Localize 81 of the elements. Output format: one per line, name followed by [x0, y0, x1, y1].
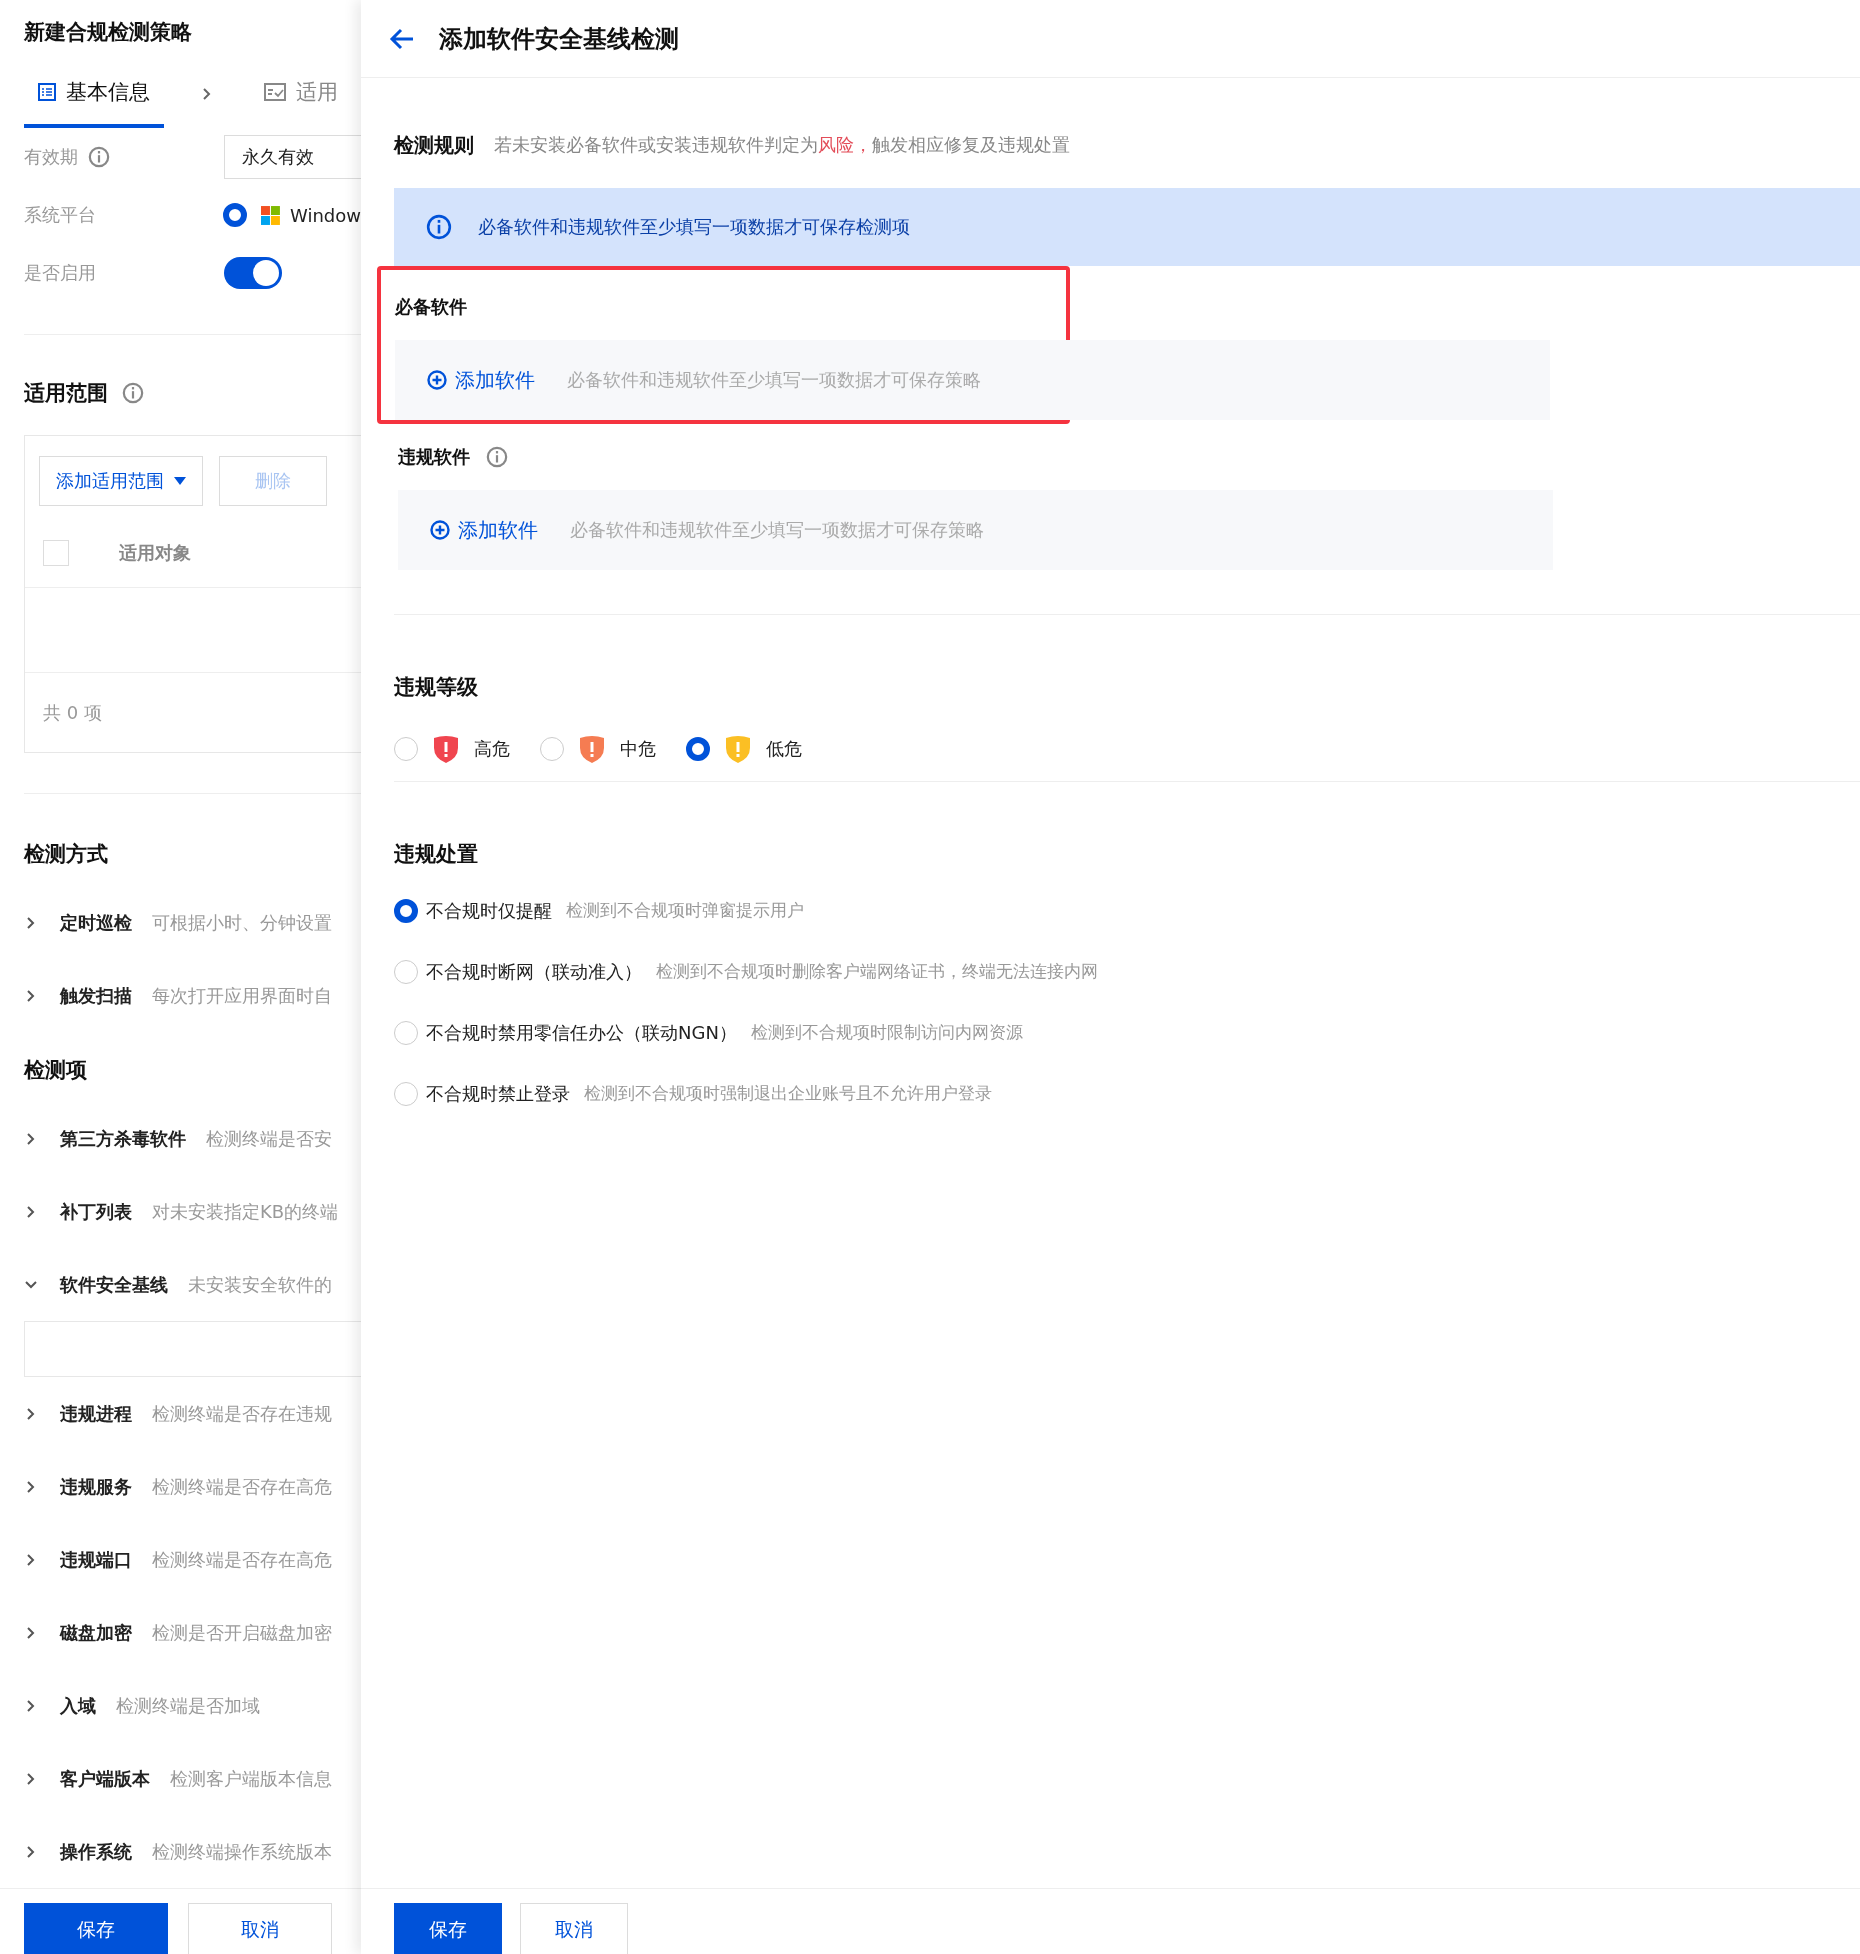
item-name[interactable]: 第三方杀毒软件 — [60, 1126, 186, 1151]
info-icon — [426, 214, 452, 240]
caret-icon — [174, 477, 186, 485]
plus-circle-icon — [427, 370, 447, 390]
field-label: 有效期 — [24, 145, 78, 169]
chevron-right-icon — [202, 87, 212, 101]
option-label: 不合规时禁用零信任办公（联动NGN） — [426, 1020, 737, 1045]
section-title: 检测项 — [24, 1057, 87, 1084]
item-name[interactable]: 触发扫描 — [60, 983, 132, 1008]
section-title: 违规处置 — [394, 841, 479, 868]
step-tab[interactable]: 基本信息 — [24, 60, 164, 128]
column-header: 适用对象 — [119, 540, 191, 565]
hint-text: 必备软件和违规软件至少填写一项数据才可保存策略 — [570, 518, 984, 542]
checklist-icon — [264, 83, 286, 101]
step-tab[interactable]: 适用 — [250, 60, 352, 128]
toggle-switch[interactable] — [224, 257, 282, 289]
list-icon — [38, 83, 56, 101]
item-description: 检测终端操作系统版本 — [152, 1839, 332, 1864]
item-description: 检测终端是否存在高危 — [152, 1547, 332, 1572]
notice-text: 必备软件和违规软件至少填写一项数据才可保存检测项 — [478, 215, 910, 239]
section-title: 适用范围 — [24, 380, 108, 407]
item-description: 可根据小时、分钟设置 — [152, 910, 332, 935]
section-title: 违规软件 — [398, 445, 470, 469]
item-name[interactable]: 软件安全基线 — [60, 1272, 168, 1297]
option-label: Window — [290, 204, 361, 226]
option-description: 检测到不合规项时强制退出企业账号且不允许用户登录 — [584, 1082, 992, 1105]
item-description: 检测客户端版本信息 — [170, 1766, 332, 1791]
section-title: 检测方式 — [24, 841, 108, 868]
item-description: 检测是否开启磁盘加密 — [152, 1620, 332, 1645]
cancel-button[interactable]: 取消 — [188, 1903, 332, 1954]
option-label: 不合规时禁止登录 — [426, 1081, 570, 1106]
panel-title: 新建合规检测策略 — [23, 19, 193, 46]
info-icon — [122, 382, 144, 404]
section-title: 必备软件 — [395, 295, 467, 319]
option-label: 低危 — [766, 737, 802, 761]
windows-logo-icon — [261, 205, 280, 225]
field-label: 系统平台 — [24, 203, 97, 227]
rule-label: 检测规则 — [394, 131, 474, 159]
field-label: 是否启用 — [24, 261, 97, 285]
item-name[interactable]: 补丁列表 — [60, 1199, 132, 1224]
add-scope-button[interactable]: 添加适用范围 — [39, 456, 203, 506]
save-button[interactable]: 保存 — [394, 1903, 502, 1954]
item-name[interactable]: 客户端版本 — [60, 1766, 150, 1791]
add-software-link[interactable]: 添加软件 — [427, 366, 535, 394]
item-name[interactable]: 违规服务 — [60, 1474, 132, 1499]
option-label: 中危 — [620, 737, 656, 761]
hint-text: 必备软件和违规软件至少填写一项数据才可保存策略 — [567, 368, 981, 392]
item-description: 每次打开应用界面时自 — [152, 983, 332, 1008]
radio-button[interactable] — [686, 737, 710, 761]
item-name[interactable]: 违规端口 — [60, 1547, 132, 1572]
option-label: 不合规时断网（联动准入） — [426, 959, 642, 984]
radio-button[interactable] — [223, 203, 248, 227]
cancel-button[interactable]: 取消 — [520, 1903, 628, 1954]
total-count: 共 0 项 — [43, 700, 102, 725]
item-name[interactable]: 磁盘加密 — [60, 1620, 132, 1645]
option-description: 检测到不合规项时弹窗提示用户 — [566, 899, 804, 922]
item-name[interactable]: 入域 — [60, 1693, 96, 1718]
save-button[interactable]: 保存 — [24, 1903, 168, 1954]
back-arrow-icon[interactable] — [389, 27, 415, 50]
checkbox[interactable] — [43, 539, 69, 566]
item-description: 检测终端是否安 — [206, 1126, 332, 1151]
item-description: 检测终端是否存在违规 — [152, 1401, 332, 1426]
item-description: 对未安装指定KB的终端 — [152, 1199, 339, 1224]
item-name[interactable]: 违规进程 — [60, 1401, 132, 1426]
plus-circle-icon — [430, 520, 450, 540]
info-icon — [486, 446, 508, 468]
radio-button[interactable] — [394, 898, 418, 923]
rule-description: 若未安装必备软件或安装违规软件判定为风险，触发相应修复及违规处置 — [494, 133, 1070, 157]
item-description: 检测终端是否加域 — [116, 1693, 260, 1718]
item-name[interactable]: 定时巡检 — [60, 910, 132, 935]
option-label: 不合规时仅提醒 — [426, 898, 552, 923]
add-software-link[interactable]: 添加软件 — [430, 516, 538, 544]
info-icon — [88, 146, 110, 168]
item-description: 未安装安全软件的 — [188, 1272, 332, 1297]
item-description: 检测终端是否存在高危 — [152, 1474, 332, 1499]
section-title: 违规等级 — [394, 674, 479, 701]
item-name[interactable]: 操作系统 — [60, 1839, 132, 1864]
option-description: 检测到不合规项时删除客户端网络证书，终端无法连接内网 — [656, 960, 1098, 983]
panel-title: 添加软件安全基线检测 — [439, 23, 679, 55]
option-description: 检测到不合规项时限制访问内网资源 — [750, 1021, 1023, 1044]
option-label: 高危 — [474, 737, 510, 761]
